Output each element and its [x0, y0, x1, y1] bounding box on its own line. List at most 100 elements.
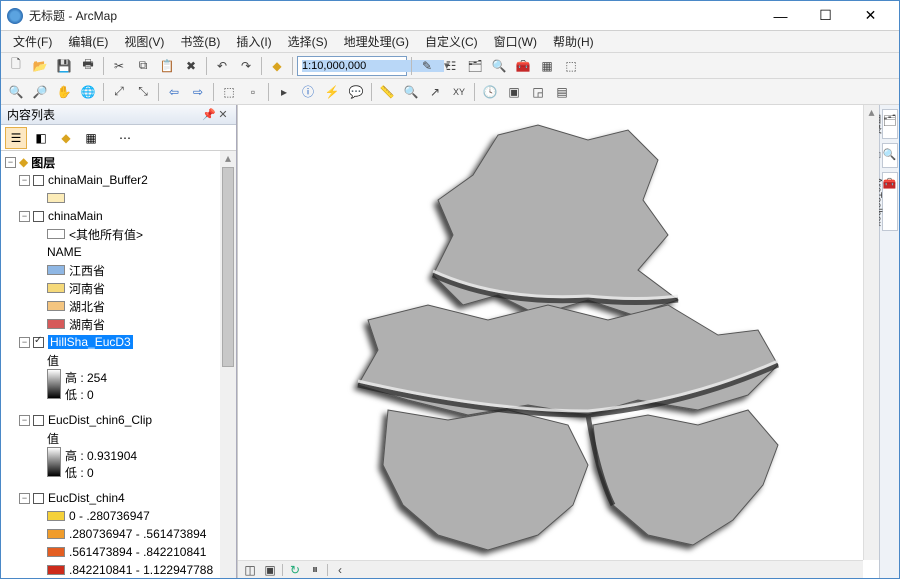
scroll-left-button[interactable]: ‹ — [332, 563, 348, 577]
data-view-button[interactable]: ◫ — [242, 563, 258, 577]
next-extent-button[interactable]: ⇨ — [187, 81, 209, 103]
toc-button[interactable]: ☷ — [440, 55, 462, 77]
layers-root-label[interactable]: 图层 — [31, 154, 55, 171]
close-button[interactable]: ✕ — [848, 2, 893, 30]
map-vertical-scrollbar[interactable]: ▴ — [863, 105, 879, 560]
viewer-button[interactable]: ▣ — [503, 81, 525, 103]
identify-button[interactable]: ⓘ — [297, 81, 319, 103]
toc-tree[interactable]: − ◆ 图层 − chinaMain_Buffer2 − chinaMain — [1, 151, 220, 578]
full-extent-button[interactable]: 🌐 — [77, 81, 99, 103]
layout-view-button[interactable]: ▣ — [262, 563, 278, 577]
layer-eucdist-chin6-clip[interactable]: EucDist_chin6_Clip — [48, 413, 152, 427]
layer-checkbox[interactable] — [33, 415, 44, 426]
symbol-swatch[interactable] — [47, 265, 65, 275]
color-ramp[interactable] — [47, 447, 61, 477]
layer-eucdist-chin4[interactable]: EucDist_chin4 — [48, 491, 125, 505]
find-route-button[interactable]: ↗ — [424, 81, 446, 103]
layer-checkbox[interactable] — [33, 175, 44, 186]
measure-button[interactable]: 📏 — [376, 81, 398, 103]
clear-selection-button[interactable]: ▫ — [242, 81, 264, 103]
time-slider-button[interactable]: 🕓 — [479, 81, 501, 103]
catalog-tab[interactable]: 🗂目录 — [882, 109, 898, 139]
arctoolbox-tab[interactable]: 🧰ArcToolbox — [882, 172, 898, 231]
add-data-button[interactable]: ◆ — [266, 55, 288, 77]
expand-icon[interactable]: − — [19, 175, 30, 186]
menu-edit[interactable]: 编辑(E) — [60, 31, 116, 52]
menu-geoprocessing[interactable]: 地理处理(G) — [336, 31, 417, 52]
symbol-swatch[interactable] — [47, 193, 65, 203]
expand-icon[interactable]: − — [19, 415, 30, 426]
menu-file[interactable]: 文件(F) — [5, 31, 60, 52]
cut-button[interactable]: ✂ — [108, 55, 130, 77]
zoom-in-button[interactable]: 🔍 — [5, 81, 27, 103]
pause-button[interactable]: ⏸ — [307, 563, 323, 577]
expand-icon[interactable]: − — [19, 337, 30, 348]
menu-bookmarks[interactable]: 书签(B) — [172, 31, 228, 52]
layer-checkbox[interactable] — [33, 211, 44, 222]
close-icon[interactable]: ✕ — [216, 108, 230, 121]
expand-icon[interactable]: − — [5, 157, 16, 168]
map-canvas[interactable]: ▴ ◫ ▣ ↻ ⏸ ‹ — [237, 105, 879, 578]
fixed-zoom-in-button[interactable]: ⤢ — [108, 81, 130, 103]
zoom-out-button[interactable]: 🔎 — [29, 81, 51, 103]
maximize-button[interactable]: ☐ — [803, 2, 848, 30]
editor-toolbar-button[interactable]: ✎ — [416, 55, 438, 77]
scale-combo[interactable]: ▾ — [297, 56, 407, 76]
list-by-selection-button[interactable]: ▦ — [80, 127, 102, 149]
goto-xy-button[interactable]: XY — [448, 81, 470, 103]
new-button[interactable]: 🗋 — [5, 55, 27, 77]
toolbox-button[interactable]: 🧰 — [512, 55, 534, 77]
delete-button[interactable]: ✖ — [180, 55, 202, 77]
symbol-swatch[interactable] — [47, 283, 65, 293]
hyperlink-button[interactable]: ⚡ — [321, 81, 343, 103]
fixed-zoom-out-button[interactable]: ⤡ — [132, 81, 154, 103]
layer-checkbox[interactable] — [33, 493, 44, 504]
menu-insert[interactable]: 插入(I) — [228, 31, 279, 52]
symbol-swatch[interactable] — [47, 565, 65, 575]
options-button[interactable]: ⋯ — [114, 127, 136, 149]
select-elements-button[interactable]: ▸ — [273, 81, 295, 103]
menu-select[interactable]: 选择(S) — [280, 31, 336, 52]
menu-windows[interactable]: 窗口(W) — [486, 31, 545, 52]
undo-button[interactable]: ↶ — [211, 55, 233, 77]
symbol-swatch[interactable] — [47, 319, 65, 329]
symbol-swatch[interactable] — [47, 547, 65, 557]
search-tab[interactable]: 🔍□ — [882, 143, 898, 168]
symbol-swatch[interactable] — [47, 511, 65, 521]
menu-view[interactable]: 视图(V) — [116, 31, 172, 52]
layer-checkbox[interactable] — [33, 337, 44, 348]
redo-button[interactable]: ↷ — [235, 55, 257, 77]
list-by-drawing-button[interactable]: ☰ — [5, 127, 27, 149]
model-button[interactable]: ⬚ — [560, 55, 582, 77]
layer-hillsha-eucd3[interactable]: HillSha_EucD3 — [48, 335, 133, 349]
pin-icon[interactable]: 📌 — [202, 108, 216, 121]
expand-icon[interactable]: − — [19, 493, 30, 504]
menu-customize[interactable]: 自定义(C) — [417, 31, 486, 52]
search-button[interactable]: 🔍 — [488, 55, 510, 77]
layer-chinamain-buffer2[interactable]: chinaMain_Buffer2 — [48, 173, 148, 187]
html-popup-button[interactable]: 💬 — [345, 81, 367, 103]
minimize-button[interactable]: — — [758, 2, 803, 30]
color-ramp[interactable] — [47, 369, 61, 399]
list-by-visibility-button[interactable]: ◆ — [55, 127, 77, 149]
toc-vertical-scrollbar[interactable]: ▴ — [220, 151, 236, 578]
paste-button[interactable]: 📋 — [156, 55, 178, 77]
print-button[interactable]: 🖶 — [77, 55, 99, 77]
layer-chinamain[interactable]: chinaMain — [48, 209, 103, 223]
magnifier-button[interactable]: ◲ — [527, 81, 549, 103]
menu-help[interactable]: 帮助(H) — [545, 31, 602, 52]
copy-button[interactable]: ⧉ — [132, 55, 154, 77]
prev-extent-button[interactable]: ⇦ — [163, 81, 185, 103]
symbol-swatch[interactable] — [47, 529, 65, 539]
list-by-source-button[interactable]: ◧ — [30, 127, 52, 149]
expand-icon[interactable]: − — [19, 211, 30, 222]
catalog-button[interactable]: 🗂 — [464, 55, 486, 77]
python-button[interactable]: ▦ — [536, 55, 558, 77]
symbol-swatch[interactable] — [47, 301, 65, 311]
find-button[interactable]: 🔍 — [400, 81, 422, 103]
pan-button[interactable]: ✋ — [53, 81, 75, 103]
open-button[interactable]: 📂 — [29, 55, 51, 77]
overview-button[interactable]: ▤ — [551, 81, 573, 103]
symbol-swatch[interactable] — [47, 229, 65, 239]
refresh-button[interactable]: ↻ — [287, 563, 303, 577]
